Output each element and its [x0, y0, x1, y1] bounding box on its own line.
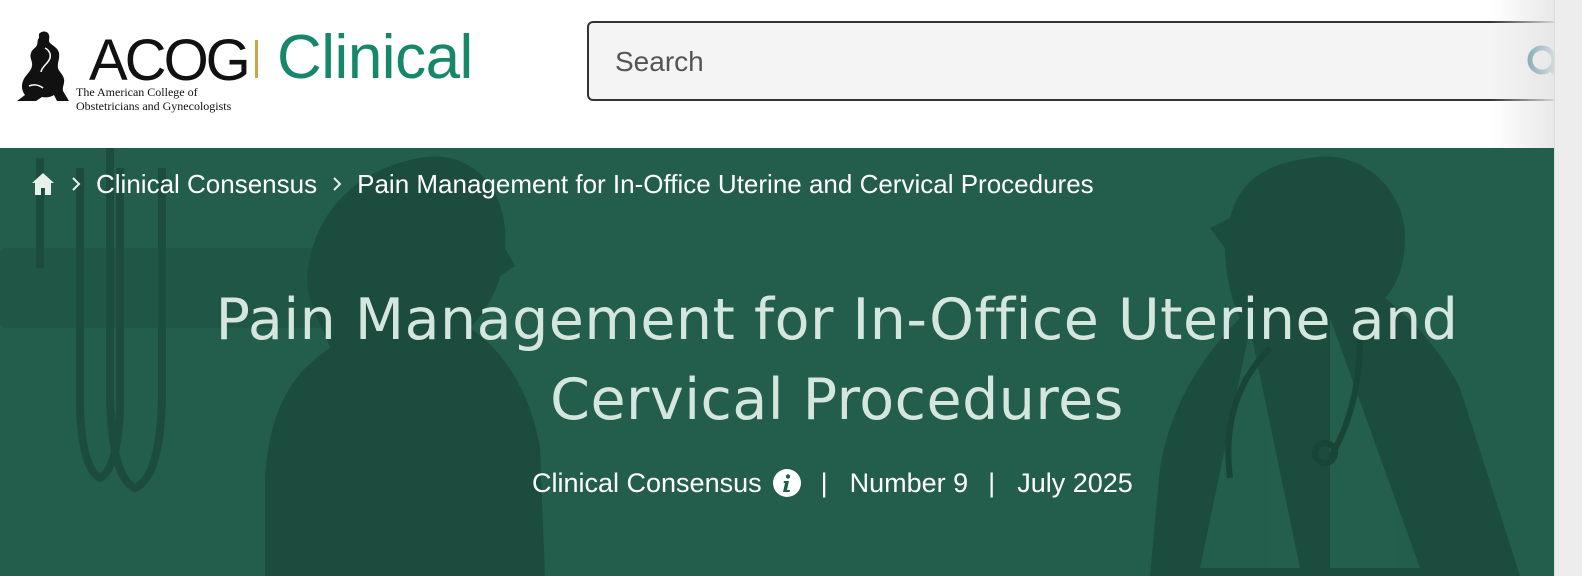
- document-date: July 2025: [1017, 467, 1133, 498]
- logo-clinical-text: Clinical: [277, 23, 473, 92]
- breadcrumb-item-current-page[interactable]: Pain Management for In-Office Uterine an…: [357, 168, 1094, 200]
- document-meta: Clinical Consensus | Number 9 | July 202…: [532, 465, 1133, 501]
- hero-banner: Clinical Consensus Pain Management for I…: [0, 148, 1554, 576]
- document-type: Clinical Consensus: [532, 467, 762, 498]
- logo-divider: [255, 40, 258, 78]
- logo-subtitle: The American College of Obstetricians an…: [76, 85, 276, 113]
- home-icon[interactable]: [30, 171, 56, 197]
- chevron-right-icon: [333, 177, 342, 191]
- meta-separator: |: [988, 467, 996, 498]
- info-icon[interactable]: [772, 469, 801, 497]
- search-input[interactable]: [613, 41, 1497, 83]
- header-edge-fade: [1490, 0, 1554, 148]
- meta-separator: |: [820, 467, 828, 498]
- breadcrumb-item-clinical-consensus[interactable]: Clinical Consensus: [96, 168, 317, 200]
- logo-subtitle-line-2: Obstetricians and Gynecologists: [76, 99, 232, 113]
- breadcrumb: Clinical Consensus Pain Management for I…: [30, 168, 1094, 200]
- page-scrollbar[interactable]: [1554, 0, 1582, 576]
- logo-acog-text: ACOG: [89, 28, 251, 93]
- acog-figure-icon: [17, 31, 69, 102]
- acog-clinical-logo[interactable]: ACOG The American College of Obstetricia…: [15, 26, 485, 118]
- document-number: Number 9: [849, 467, 969, 498]
- site-header: ACOG The American College of Obstetricia…: [0, 0, 1577, 148]
- page-title: Pain Management for In-Office Uterine an…: [215, 287, 1459, 433]
- logo-subtitle-line-1: The American College of: [76, 85, 198, 99]
- search-box: [587, 21, 1577, 101]
- chevron-right-icon: [72, 177, 81, 191]
